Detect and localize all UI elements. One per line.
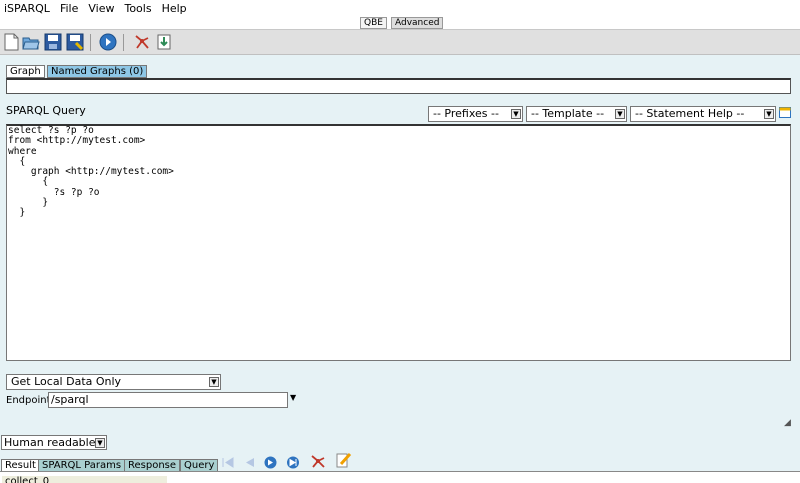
save-icon[interactable] [44,33,62,51]
endpoint-input[interactable]: /sparql [48,392,288,408]
menu-file[interactable]: File [56,2,84,15]
template-select-value: -- Template -- [531,107,605,120]
menu-bar: iSPARQL File View Tools Help [0,0,800,16]
data-source-value: Get Local Data Only [11,375,122,388]
output-format-select[interactable]: Human readable ▼ [1,435,107,450]
chevron-down-icon: ▼ [95,438,105,448]
menu-tools[interactable]: Tools [120,2,157,15]
template-select[interactable]: -- Template -- ▼ [526,106,627,122]
chevron-down-icon: ▼ [615,109,625,119]
statement-help-select[interactable]: -- Statement Help -- ▼ [630,106,776,122]
prefixes-select[interactable]: -- Prefixes -- ▼ [428,106,523,122]
tab-qbe[interactable]: QBE [360,17,387,29]
endpoint-label: Endpoint [6,395,51,406]
graph-view-icon[interactable] [133,33,151,51]
statement-help-select-value: -- Statement Help -- [635,107,745,120]
next-page-icon[interactable] [263,456,278,469]
chevron-down-icon: ▼ [209,377,219,387]
resize-handle-icon[interactable]: ◢ [784,418,791,428]
run-query-icon[interactable] [99,33,117,51]
last-page-icon[interactable] [286,456,301,469]
toolbar-separator [90,34,91,51]
chevron-down-icon: ▼ [511,109,521,119]
app-title: iSPARQL [4,1,50,15]
chevron-down-icon: ▼ [764,109,774,119]
mode-tabs: QBE Advanced [0,16,800,30]
prefixes-select-value: -- Prefixes -- [433,107,499,120]
new-document-icon[interactable] [2,33,20,51]
sparql-query-label: SPARQL Query [6,104,86,117]
previous-page-icon[interactable] [242,456,257,469]
graph-list[interactable] [6,78,791,94]
save-as-icon[interactable] [66,33,84,51]
open-folder-icon[interactable] [22,33,40,51]
tab-named-graphs[interactable]: Named Graphs (0) [47,65,148,78]
chevron-down-icon[interactable]: ▼ [290,393,296,402]
toolbar [0,30,800,55]
tab-graph[interactable]: Graph [6,65,45,78]
edit-pencil-icon[interactable] [336,452,352,469]
data-source-select[interactable]: Get Local Data Only ▼ [6,374,221,390]
import-icon[interactable] [155,33,173,51]
result-content: collect_0 [2,476,167,483]
expand-window-icon[interactable] [779,107,792,119]
output-format-value: Human readable [4,436,96,449]
menu-help[interactable]: Help [158,2,193,15]
tab-advanced[interactable]: Advanced [391,17,444,29]
graph-view-icon[interactable] [310,454,326,469]
first-page-icon[interactable] [220,456,235,469]
sparql-query-editor[interactable]: select ?s ?p ?o from <http://mytest.com>… [6,124,791,361]
toolbar-separator [123,34,124,51]
menu-view[interactable]: View [84,2,120,15]
